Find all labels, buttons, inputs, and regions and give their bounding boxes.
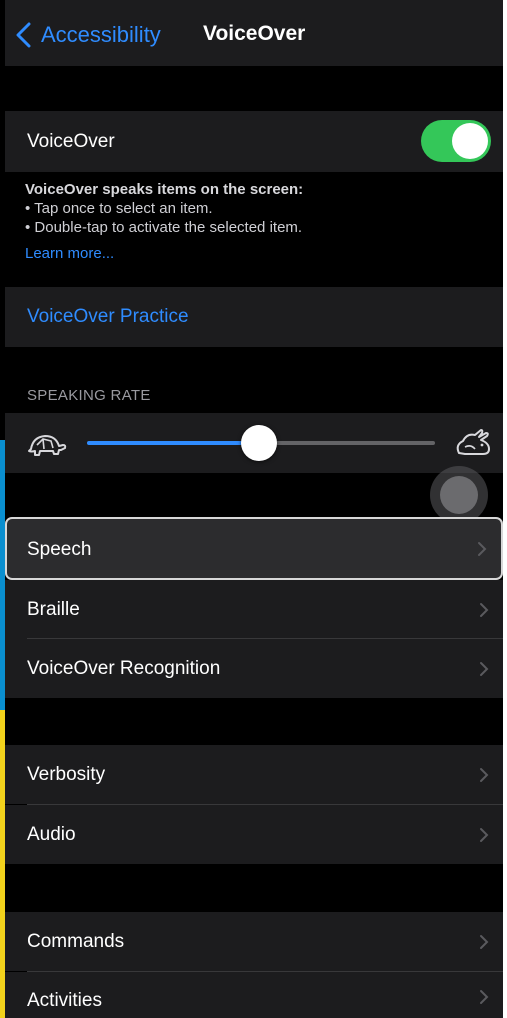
voiceover-row: VoiceOver [5, 111, 503, 172]
audio-label: Audio [27, 823, 76, 845]
touch-indicator-dot [440, 476, 478, 514]
braille-row[interactable]: Braille [5, 580, 503, 639]
voiceover-description: VoiceOver speaks items on the screen: • … [25, 180, 495, 237]
settings-screen: Accessibility VoiceOver VoiceOver VoiceO… [5, 0, 503, 1018]
voiceover-label: VoiceOver [27, 130, 115, 152]
toggle-knob [452, 123, 488, 159]
right-edge [503, 0, 507, 1018]
speaking-rate-slider-thumb[interactable] [241, 425, 277, 461]
verbosity-row[interactable]: Verbosity [5, 745, 503, 804]
commands-row[interactable]: Commands [5, 912, 503, 971]
commands-label: Commands [27, 930, 125, 952]
page-title: VoiceOver [203, 22, 306, 45]
slider-track-filled [87, 441, 261, 445]
voiceover-toggle[interactable] [421, 120, 491, 162]
chevron-right-icon [480, 767, 489, 782]
verbosity-label: Verbosity [27, 763, 106, 785]
description-heading: VoiceOver speaks items on the screen: [25, 181, 304, 198]
speaking-rate-header: SPEAKING RATE [27, 387, 151, 404]
chevron-right-icon [480, 934, 489, 949]
description-line-1: • Tap once to select an item. [25, 200, 213, 217]
back-button[interactable]: Accessibility [15, 18, 161, 52]
activities-label: Activities [27, 990, 102, 1011]
speech-row[interactable]: Speech [5, 517, 503, 580]
slider-track-remaining [261, 441, 435, 445]
touch-indicator [430, 466, 488, 524]
description-line-2: • Double-tap to activate the selected it… [25, 219, 303, 236]
speaking-rate-slider-row [5, 413, 503, 473]
turtle-icon [28, 435, 67, 456]
chevron-right-icon [480, 661, 489, 676]
chevron-right-icon [480, 827, 489, 842]
rabbit-icon [456, 429, 490, 455]
voiceover-practice-row[interactable]: VoiceOver Practice [5, 287, 503, 347]
voiceover-recognition-row[interactable]: VoiceOver Recognition [5, 639, 503, 698]
voiceover-practice-label: VoiceOver Practice [27, 306, 189, 327]
chevron-right-icon [480, 602, 489, 617]
chevron-left-icon [16, 22, 31, 48]
navigation-bar: Accessibility VoiceOver [5, 0, 503, 66]
back-label: Accessibility [41, 22, 161, 47]
learn-more-link[interactable]: Learn more... [25, 245, 114, 262]
voiceover-recognition-label: VoiceOver Recognition [27, 657, 221, 679]
audio-row[interactable]: Audio [5, 805, 503, 864]
braille-label: Braille [27, 598, 80, 620]
chevron-right-icon [480, 990, 489, 1004]
activities-row[interactable]: Activities [5, 972, 503, 1018]
speech-label: Speech [27, 539, 92, 560]
chevron-right-icon [478, 541, 487, 556]
